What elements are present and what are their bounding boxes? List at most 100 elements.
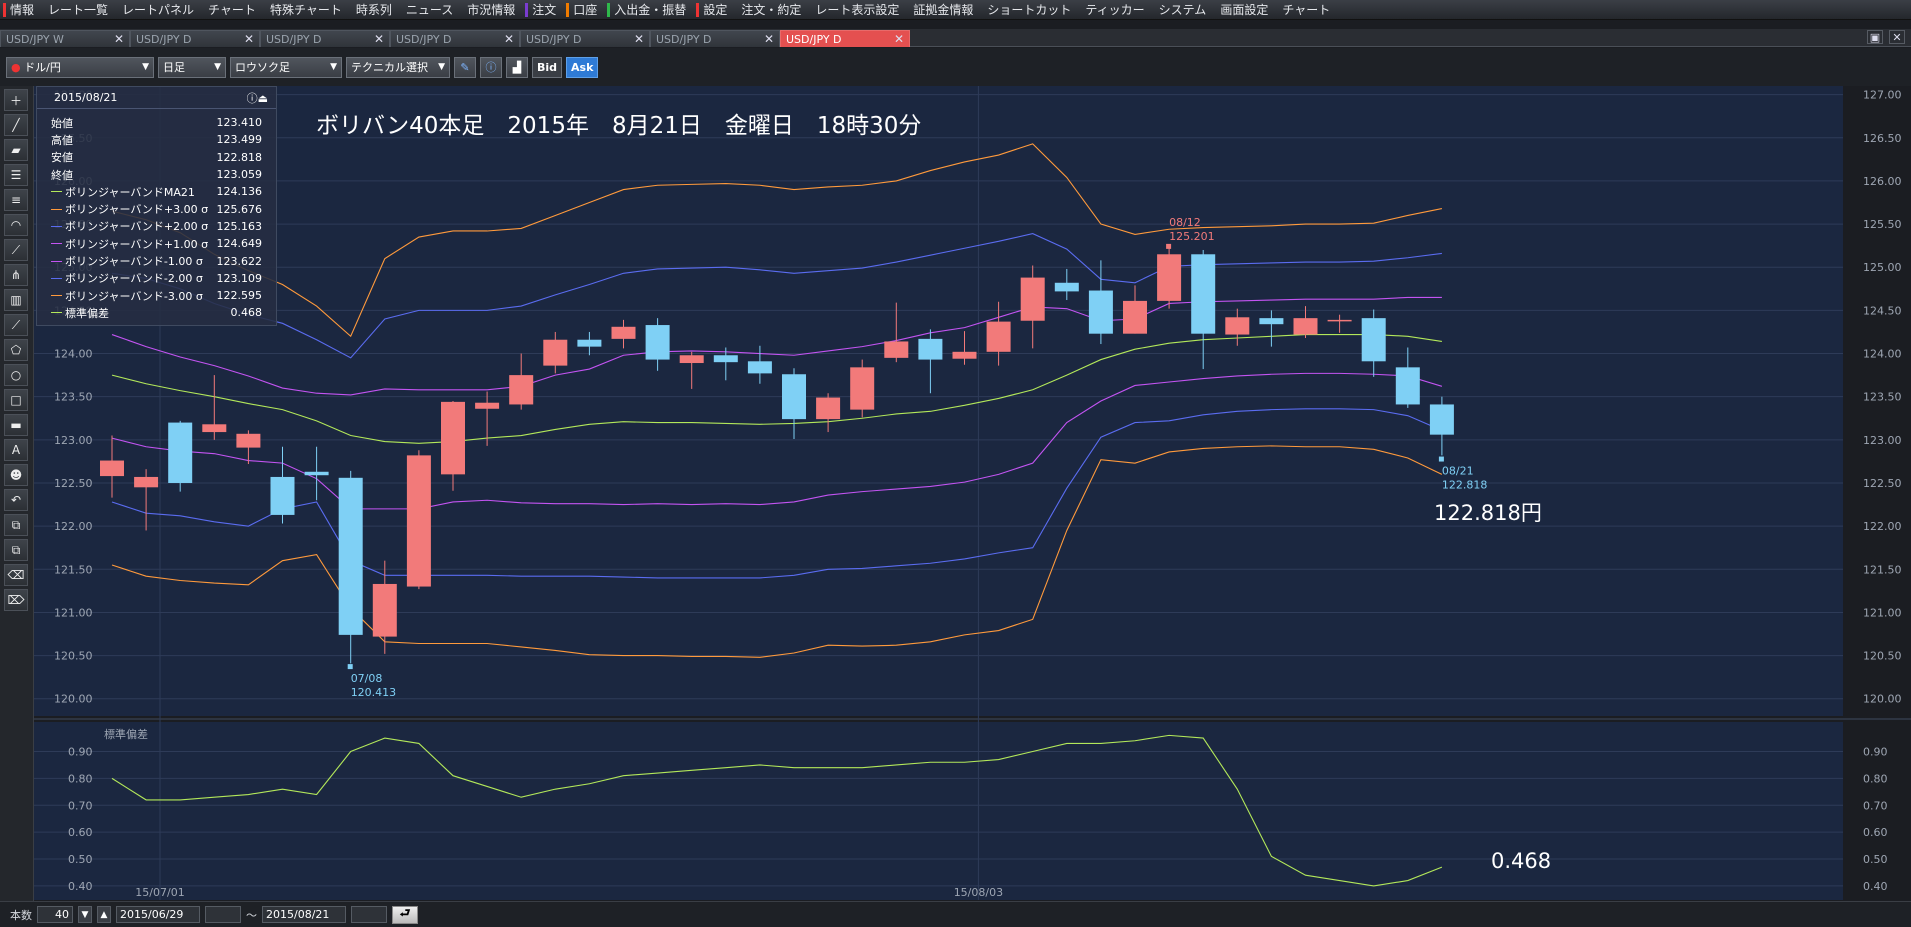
y-tick-label: 127.00 xyxy=(1863,89,1902,102)
info-row: 終値 123.059 xyxy=(51,166,262,183)
count-label: 本数 xyxy=(10,908,32,922)
line-swatch xyxy=(51,225,62,227)
candle-body xyxy=(406,455,431,587)
y-tick-label: 126.50 xyxy=(1863,132,1902,145)
y-tick-label: 120.00 xyxy=(1863,693,1902,706)
count-up-icon[interactable]: ▲ xyxy=(97,906,111,923)
info-row-name: ボリンジャーバンド+3.00 σ xyxy=(65,203,209,217)
range-tilde: ～ xyxy=(246,908,257,922)
candle-body xyxy=(372,583,397,637)
chart-canvas[interactable]: 120.00 120.00 120.50 120.50 121.00 121.00 121.… xyxy=(0,0,1911,927)
y-tick-label: 122.00 xyxy=(54,520,93,533)
y-tick-label: 124.00 xyxy=(54,348,93,361)
info-row: ボリンジャーバンドMA21 124.136 xyxy=(51,183,262,200)
info-row-value: 123.059 xyxy=(216,168,263,182)
info-row-name: ボリンジャーバンド-2.00 σ xyxy=(65,272,203,286)
candle-body xyxy=(1395,367,1420,405)
info-row: ボリンジャーバンド+3.00 σ 125.676 xyxy=(51,200,262,217)
candle-body xyxy=(1259,318,1284,325)
info-row-value: 123.622 xyxy=(216,254,263,268)
info-row-label: 標準偏差 xyxy=(51,305,109,321)
y-tick-label: 121.00 xyxy=(1863,606,1902,619)
info-row-name: ボリンジャーバンド-3.00 σ xyxy=(65,289,203,303)
y-tick-label: 120.50 xyxy=(54,650,93,663)
count-down-icon[interactable]: ▼ xyxy=(78,906,92,923)
low-date-label: 07/08 xyxy=(351,672,383,685)
sub-y-tick-label: 0.40 xyxy=(68,880,93,893)
info-row: ボリンジャーバンド-3.00 σ 122.595 xyxy=(51,287,262,304)
candle-body xyxy=(986,321,1011,352)
price-annotation: 122.818円 xyxy=(1434,501,1542,525)
y-tick-label: 123.00 xyxy=(1863,434,1902,447)
info-row: 高値 123.499 xyxy=(51,131,262,148)
candle-body xyxy=(611,326,636,339)
candle-body xyxy=(850,367,875,410)
info-row: ボリンジャーバンド-1.00 σ 123.622 xyxy=(51,252,262,269)
y-tick-label: 121.00 xyxy=(54,606,93,619)
candle-body xyxy=(338,477,363,635)
sub-y-tick-label: 0.60 xyxy=(68,826,93,839)
info-toggle-icon[interactable]: ⓘ⏏ xyxy=(247,90,268,106)
info-row-label: 安値 xyxy=(51,149,73,165)
line-swatch xyxy=(51,260,62,262)
sub-y-tick-label: 0.90 xyxy=(1863,746,1888,759)
info-row-label: 始値 xyxy=(51,115,73,131)
info-row-name: 安値 xyxy=(51,151,73,165)
info-row-value: 122.818 xyxy=(216,150,263,164)
candle-body xyxy=(816,397,841,420)
y-tick-label: 124.50 xyxy=(1863,304,1902,317)
info-row: ボリンジャーバンド-2.00 σ 123.109 xyxy=(51,270,262,287)
sub-y-tick-label: 0.70 xyxy=(1863,799,1888,812)
info-row-label: ボリンジャーバンド-3.00 σ xyxy=(51,288,203,304)
line-swatch xyxy=(51,312,62,314)
info-row-name: ボリンジャーバンド+1.00 σ xyxy=(65,237,209,251)
to-time-input[interactable] xyxy=(351,906,387,923)
indicator-title: 標準偏差 xyxy=(104,727,148,741)
candle-body xyxy=(1327,319,1352,322)
y-tick-label: 123.50 xyxy=(1863,391,1902,404)
candle-body xyxy=(782,374,806,420)
candle-body xyxy=(884,341,909,358)
candle-body xyxy=(713,355,738,363)
y-tick-label: 121.50 xyxy=(54,563,93,576)
info-row-label: ボリンジャーバンド-2.00 σ xyxy=(51,270,203,286)
sub-y-tick-label: 0.80 xyxy=(68,772,93,785)
y-tick-label: 122.00 xyxy=(1863,520,1902,533)
indicator-panel-background xyxy=(34,722,1843,900)
y-tick-label: 120.50 xyxy=(1863,650,1902,663)
last-value-label: 122.818 xyxy=(1442,479,1488,492)
line-swatch xyxy=(51,243,62,245)
y-tick-label: 123.50 xyxy=(54,391,93,404)
info-rows: 始値 123.410 高値 123.499 安値 122.818 終値 123.059 ボリンジ… xyxy=(37,109,276,322)
sub-y-tick-label: 0.40 xyxy=(1863,880,1888,893)
info-row-name: 標準偏差 xyxy=(65,306,109,320)
candle-body xyxy=(1429,404,1454,435)
candle-body xyxy=(1361,318,1386,362)
from-date-input[interactable]: 2015/06/29 xyxy=(116,906,200,923)
line-swatch xyxy=(51,277,62,279)
return-button[interactable]: ⮐ xyxy=(392,905,418,924)
y-tick-label: 125.00 xyxy=(1863,261,1902,274)
high-value-label: 125.201 xyxy=(1169,230,1215,243)
to-date-input[interactable]: 2015/08/21 xyxy=(262,906,346,923)
info-row-name: ボリンジャーバンド+2.00 σ xyxy=(65,220,209,234)
from-time-input[interactable] xyxy=(205,906,241,923)
info-row-value: 122.595 xyxy=(216,289,263,303)
chart-annotation-title: ボリバン40本足 2015年 8月21日 金曜日 18時30分 xyxy=(316,113,921,139)
info-row-value: 125.676 xyxy=(216,202,263,216)
info-row-value: 123.499 xyxy=(216,133,263,147)
info-row-label: ボリンジャーバンド+2.00 σ xyxy=(51,218,208,234)
sub-y-tick-label: 0.80 xyxy=(1863,772,1888,785)
candle-body xyxy=(679,355,704,364)
info-row: ボリンジャーバンド+2.00 σ 125.163 xyxy=(51,218,262,235)
candle-body xyxy=(1088,290,1113,334)
candle-body xyxy=(577,339,602,347)
candle-body xyxy=(1191,254,1216,334)
candle-body xyxy=(1157,254,1182,301)
info-row-label: ボリンジャーバンドMA21 xyxy=(51,184,195,200)
count-input[interactable]: 40 xyxy=(37,906,73,923)
info-row-name: 終値 xyxy=(51,168,73,182)
info-row: 安値 122.818 xyxy=(51,149,262,166)
info-row-label: ボリンジャーバンド+1.00 σ xyxy=(51,236,208,252)
sub-y-tick-label: 0.50 xyxy=(1863,853,1888,866)
